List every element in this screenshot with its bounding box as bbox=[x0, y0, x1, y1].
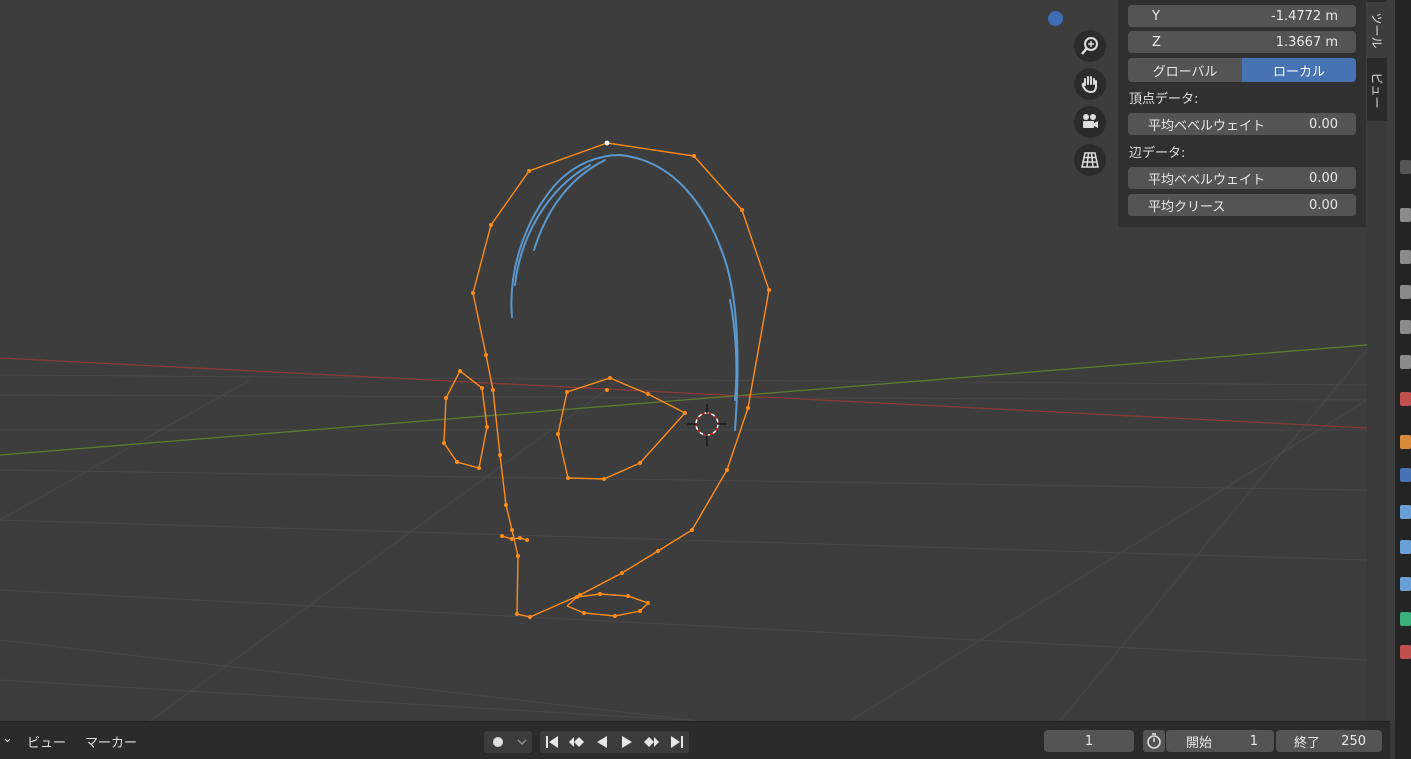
timeline-view-menu[interactable]: ビュー bbox=[27, 732, 66, 751]
jump-start-icon bbox=[546, 736, 558, 748]
zoom-icon[interactable] bbox=[1074, 30, 1106, 62]
particles-props-icon[interactable] bbox=[1400, 505, 1411, 519]
edge-crease-value: 0.00 bbox=[1309, 197, 1338, 213]
x-axis-line bbox=[0, 357, 1367, 429]
edge-crease-field[interactable]: 平均クリース 0.00 bbox=[1128, 194, 1356, 216]
playback-controls bbox=[540, 731, 689, 753]
tool-props-icon[interactable] bbox=[1400, 160, 1411, 174]
render-props-icon[interactable] bbox=[1400, 208, 1411, 222]
location-z-label: Z bbox=[1152, 34, 1161, 50]
next-keyframe-icon bbox=[644, 737, 659, 747]
frame-end-label: 終了 bbox=[1294, 735, 1321, 751]
auto-keying-button[interactable] bbox=[484, 731, 532, 753]
tab-view[interactable]: ビュー bbox=[1367, 62, 1387, 118]
global-button[interactable]: グローバル bbox=[1128, 58, 1242, 82]
active-vertex bbox=[604, 140, 610, 146]
location-z-value: 1.3667 m bbox=[1275, 34, 1338, 50]
output-props-icon[interactable] bbox=[1400, 250, 1411, 264]
world-props-icon[interactable] bbox=[1400, 355, 1411, 369]
preview-range-button[interactable] bbox=[1143, 730, 1165, 752]
edge-bevel-weight-value: 0.00 bbox=[1309, 170, 1338, 186]
ear-stroke bbox=[443, 370, 488, 469]
axis-gizmo-dot[interactable] bbox=[1048, 11, 1063, 26]
space-toggle: グローバル ローカル bbox=[1128, 58, 1356, 82]
location-y-value: -1.4772 m bbox=[1271, 8, 1338, 24]
view-layer-props-icon[interactable] bbox=[1400, 285, 1411, 299]
perspective-grid-icon[interactable] bbox=[1074, 144, 1106, 176]
jump-end-icon bbox=[671, 736, 683, 748]
y-axis-line bbox=[0, 344, 1367, 456]
location-z-field[interactable]: Z 1.3667 m bbox=[1128, 31, 1356, 53]
eye-stroke bbox=[557, 377, 687, 480]
collection-props-icon[interactable] bbox=[1400, 392, 1411, 406]
frame-end-value: 250 bbox=[1341, 733, 1366, 749]
frame-end-field[interactable]: 終了 250 bbox=[1276, 730, 1382, 752]
vertex-bevel-weight-value: 0.00 bbox=[1309, 116, 1338, 132]
object-props-icon[interactable] bbox=[1400, 435, 1411, 449]
prev-keyframe-icon bbox=[569, 737, 584, 747]
mouth-stroke bbox=[566, 593, 650, 617]
camera-icon[interactable] bbox=[1074, 106, 1106, 138]
sidebar-tabs: ツール ビュー bbox=[1367, 0, 1387, 121]
vertex-bevel-weight-label: 平均ベベルウェイト bbox=[1148, 118, 1266, 134]
editor-type-chevron-icon[interactable]: ⌄ bbox=[2, 731, 13, 746]
play-reverse-icon bbox=[597, 736, 607, 748]
constraint-props-icon[interactable] bbox=[1400, 577, 1411, 591]
local-button[interactable]: ローカル bbox=[1242, 58, 1356, 82]
hair-stroke bbox=[510, 153, 739, 431]
sidebar-item-panel: Y -1.4772 m Z 1.3667 m グローバル ローカル 頂点データ:… bbox=[1118, 0, 1366, 227]
modifier-props-icon[interactable] bbox=[1400, 468, 1411, 482]
data-props-icon[interactable] bbox=[1400, 612, 1411, 626]
3d-cursor-icon bbox=[687, 404, 727, 446]
edge-crease-label: 平均クリース bbox=[1148, 199, 1226, 215]
frame-start-label: 開始 bbox=[1186, 735, 1213, 751]
location-y-field[interactable]: Y -1.4772 m bbox=[1128, 5, 1356, 27]
frame-start-value: 1 bbox=[1249, 733, 1258, 749]
tab-tool[interactable]: ツール bbox=[1367, 2, 1387, 58]
scene-props-icon[interactable] bbox=[1400, 320, 1411, 334]
material-props-icon[interactable] bbox=[1400, 645, 1411, 659]
edge-data-heading: 辺データ: bbox=[1129, 146, 1186, 161]
frame-start-field[interactable]: 開始 1 bbox=[1166, 730, 1274, 752]
pan-hand-icon[interactable] bbox=[1074, 68, 1106, 100]
viewport-edge bbox=[1387, 0, 1395, 721]
stopwatch-icon bbox=[1147, 733, 1161, 749]
play-icon bbox=[622, 736, 632, 748]
physics-props-icon[interactable] bbox=[1400, 540, 1411, 554]
vertex-data-heading: 頂点データ: bbox=[1129, 92, 1199, 107]
current-frame-field[interactable]: 1 bbox=[1044, 730, 1134, 752]
edge-bevel-weight-label: 平均ベベルウェイト bbox=[1148, 172, 1266, 188]
vertex-bevel-weight-field[interactable]: 平均ベベルウェイト 0.00 bbox=[1128, 113, 1356, 135]
timeline-header: ⌄ ビュー マーカー 1 開始 1 終了 250 bbox=[0, 721, 1390, 759]
timeline-marker-menu[interactable]: マーカー bbox=[85, 732, 137, 751]
edge-bevel-weight-field[interactable]: 平均ベベルウェイト 0.00 bbox=[1128, 167, 1356, 189]
location-y-label: Y bbox=[1152, 8, 1160, 24]
